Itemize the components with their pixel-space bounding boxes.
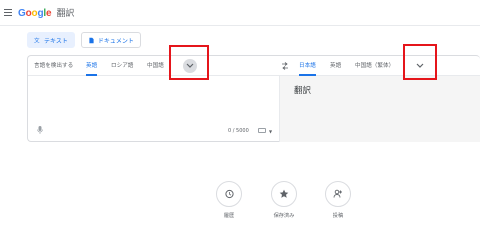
translate-icon: 文 [34,37,40,44]
highlight-box-source-chevron [169,45,209,80]
history-action[interactable]: 履歴 [209,181,249,219]
target-lang-japanese-tab[interactable]: 日本語 [299,56,316,76]
translation-placeholder: 翻訳 [294,86,312,96]
document-icon [89,37,94,43]
mode-selector: 文 テキスト ドキュメント [27,32,141,48]
highlight-box-target-chevron [403,44,437,80]
detect-language-tab[interactable]: 言語を検出する [34,56,73,76]
target-lang-english-tab[interactable]: 英語 [330,56,341,76]
svg-text:文: 文 [34,37,40,44]
contribute-button[interactable] [325,181,351,207]
logo-letter: e [45,8,52,19]
logo-letter: G [18,8,26,19]
history-label: 履歴 [223,213,235,219]
keyboard-icon[interactable] [258,128,266,133]
target-lang-chinese-trad-tab[interactable]: 中国語（繁体） [355,56,394,76]
translation-output: 翻訳 [280,76,480,142]
history-button[interactable] [216,181,242,207]
source-lang-english-tab[interactable]: 英語 [86,56,98,76]
document-mode-label: ドキュメント [97,37,134,45]
text-mode-label: テキスト [44,37,68,45]
document-mode-button[interactable]: ドキュメント [80,32,141,48]
history-icon [225,189,234,199]
character-counter: 0 / 5000 [228,128,249,134]
swap-languages-icon[interactable] [281,62,289,70]
microphone-icon[interactable] [37,126,43,134]
contribute-icon [333,189,342,198]
caret-down-icon[interactable]: ▼ [269,129,272,134]
contribute-label: 投稿 [332,213,344,219]
source-lang-russian-tab[interactable]: ロシア語 [111,56,133,76]
text-mode-button[interactable]: 文 テキスト [27,32,75,48]
saved-button[interactable] [271,181,297,207]
top-bar: Google 翻訳 [0,0,480,26]
product-name: 翻訳 [56,9,75,19]
source-lang-chinese-tab[interactable]: 中国語 [147,56,164,76]
star-icon [279,189,289,198]
menu-icon[interactable] [4,9,12,17]
saved-action[interactable]: 保存済み [264,181,304,219]
google-translate-logo[interactable]: Google 翻訳 [18,6,74,19]
saved-label: 保存済み [273,213,295,219]
contribute-action[interactable]: 投稿 [318,181,358,219]
